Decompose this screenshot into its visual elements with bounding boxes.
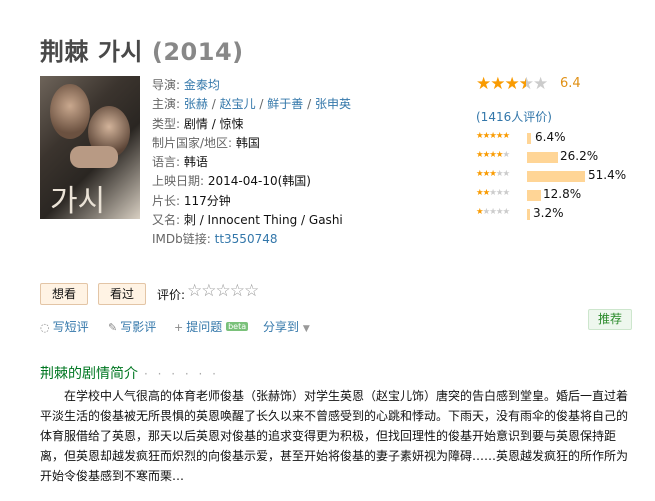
- comment-icon: ◌: [40, 321, 50, 334]
- rating-panel: ★★★★★★ 6.4 (1416人评价) ★★★★★6.4% ★★★★★26.2…: [476, 74, 627, 220]
- watched-button[interactable]: 看过: [98, 283, 146, 305]
- votes-link[interactable]: (1416人评价): [476, 108, 552, 125]
- pencil-icon: ✎: [108, 321, 118, 334]
- cast-link[interactable]: 张赫: [184, 97, 208, 111]
- rate-stars-input[interactable]: ☆☆☆☆☆: [187, 281, 259, 301]
- rating-bar: [527, 209, 530, 220]
- rating-score: 6.4: [560, 76, 581, 91]
- summary-heading: 荆棘的剧情简介 · · · · · ·: [40, 366, 219, 382]
- plus-icon: +: [174, 321, 184, 334]
- genre-value: 剧情 / 惊悚: [183, 116, 244, 131]
- movie-poster[interactable]: 가시: [40, 76, 140, 219]
- runtime-value: 117分钟: [183, 193, 231, 208]
- country-value: 韩国: [235, 135, 260, 150]
- beta-badge: beta: [226, 322, 249, 331]
- rating-bar: [527, 171, 585, 182]
- director-link[interactable]: 金泰均: [184, 78, 220, 92]
- cast-link[interactable]: 张申英: [315, 97, 351, 111]
- rating-bar: [527, 152, 558, 163]
- summary-text: 在学校中人气很高的体育老师俊基（张赫饰）对学生英恩（赵宝儿饰）唐突的告白感到堂皇…: [40, 389, 629, 483]
- ask-question-link[interactable]: + 提问题 beta: [174, 318, 249, 335]
- rating-bar: [527, 133, 531, 144]
- release-date-value: 2014-04-10(韩国): [207, 174, 311, 189]
- aka-value: 刺 / Innocent Thing / Gashi: [183, 213, 343, 228]
- rate-label: 评价:: [157, 288, 186, 302]
- language-value: 韩语: [183, 155, 208, 170]
- recommend-button[interactable]: 推荐: [588, 309, 632, 330]
- chevron-down-icon: ▼: [302, 324, 310, 334]
- movie-info: 导演: 金泰均 主演: 张赫 / 赵宝儿 / 鲜于善 / 张申英 类型: 剧情 …: [152, 78, 351, 247]
- want-to-watch-button[interactable]: 想看: [40, 283, 88, 305]
- write-short-review-link[interactable]: ◌ 写短评: [40, 318, 89, 335]
- page-title: 荆棘 가시 (2014): [40, 32, 244, 67]
- imdb-link[interactable]: tt3550748: [215, 232, 278, 246]
- cast-link[interactable]: 鲜于善: [267, 97, 303, 111]
- movie-title: 荆棘 가시: [40, 38, 144, 66]
- rating-bar: [527, 190, 541, 201]
- rating-stars: ★★★★★★: [476, 74, 548, 94]
- share-dropdown[interactable]: 分享到 ▼: [263, 318, 310, 335]
- write-review-link[interactable]: ✎ 写影评: [108, 318, 156, 335]
- cast-link[interactable]: 赵宝儿: [220, 97, 256, 111]
- movie-year: (2014): [151, 38, 244, 66]
